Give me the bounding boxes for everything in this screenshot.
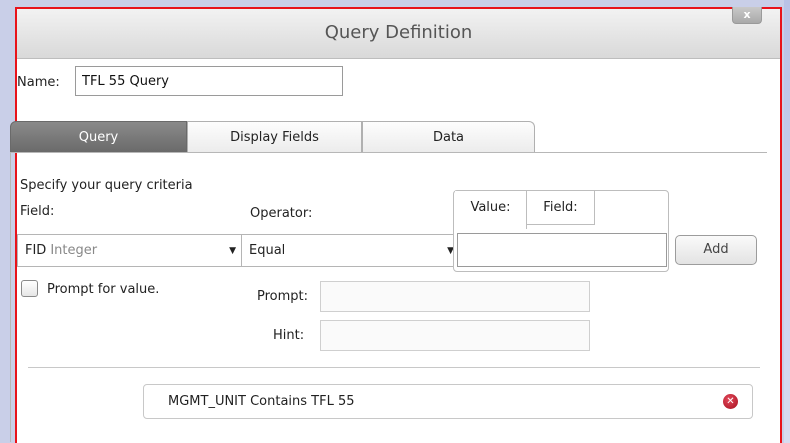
tab-bar: Query Display Fields Data — [10, 121, 535, 152]
tab-display-fields[interactable]: Display Fields — [187, 121, 362, 152]
background-edge — [784, 0, 790, 443]
field-select[interactable]: FID Integer ▼ — [17, 234, 246, 267]
operator-select-value: Equal — [249, 243, 286, 258]
tab-data[interactable]: Data — [362, 121, 535, 152]
remove-icon[interactable]: ✕ — [723, 394, 738, 409]
name-input[interactable] — [75, 66, 343, 96]
hint-label: Hint: — [273, 328, 305, 343]
operator-select[interactable]: Equal ▼ — [241, 234, 464, 267]
field-select-value: FID Integer — [25, 243, 97, 258]
criteria-item: MGMT_UNIT Contains TFL 55 ✕ — [143, 384, 753, 419]
prompt-for-value-label: Prompt for value. — [47, 282, 160, 297]
criteria-text: MGMT_UNIT Contains TFL 55 — [168, 394, 355, 409]
hint-input[interactable] — [320, 320, 590, 351]
field-name: FID — [25, 243, 47, 258]
dialog-title: Query Definition — [324, 22, 473, 43]
tab-field[interactable]: Field: — [527, 191, 595, 225]
close-button[interactable]: x — [732, 7, 762, 24]
field-label: Field: — [20, 204, 55, 219]
value-input[interactable] — [457, 233, 667, 267]
prompt-label: Prompt: — [257, 289, 309, 304]
field-type: Integer — [50, 243, 98, 258]
dialog-titlebar: Query Definition x — [17, 7, 780, 59]
close-icon: x — [743, 8, 751, 21]
operator-label: Operator: — [250, 206, 313, 221]
prompt-for-value-checkbox[interactable] — [21, 280, 38, 297]
name-label: Name: — [17, 75, 60, 90]
tab-value[interactable]: Value: — [455, 191, 527, 229]
tab-query[interactable]: Query — [10, 121, 187, 152]
add-button[interactable]: Add — [675, 235, 757, 265]
query-instructions: Specify your query criteria — [20, 178, 193, 193]
divider — [28, 367, 760, 368]
chevron-down-icon: ▼ — [229, 246, 236, 256]
prompt-input[interactable] — [320, 281, 590, 312]
